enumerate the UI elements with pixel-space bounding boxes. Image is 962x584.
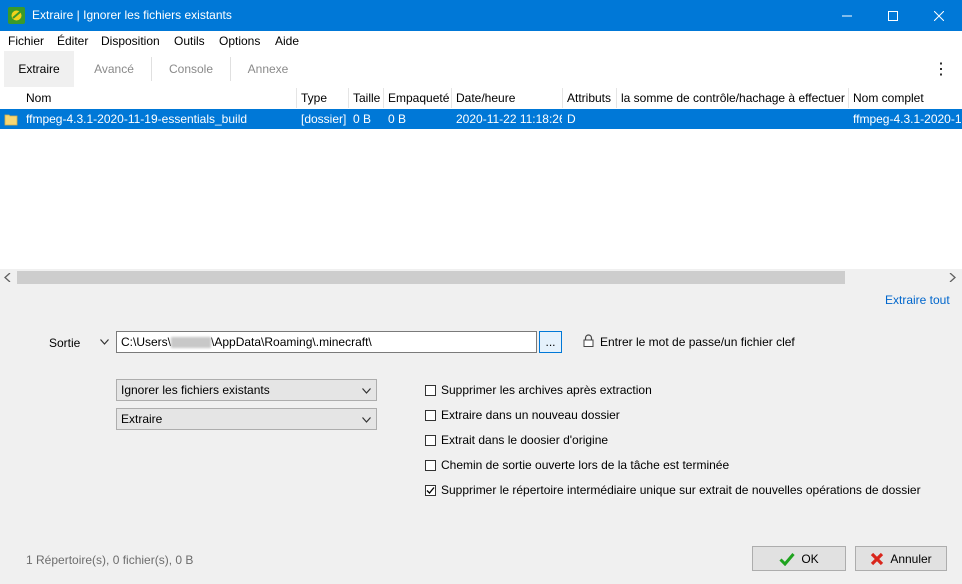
tab-console[interactable]: Console — [152, 51, 230, 87]
checkbox[interactable] — [425, 459, 436, 471]
menu-editer[interactable]: Éditer — [57, 34, 88, 48]
file-list: Nom Type Taille Empaqueté Date/heure Att… — [0, 88, 962, 286]
scroll-left-icon[interactable] — [4, 273, 12, 282]
option-delete-archives[interactable]: Supprimer les archives après extraction — [425, 382, 652, 398]
folder-icon — [4, 114, 18, 126]
checkbox[interactable] — [425, 409, 436, 421]
option-remove-intermediate[interactable]: Supprimer le répertoire intermédiaire un… — [425, 482, 921, 498]
more-options-button[interactable]: ⋮ — [928, 51, 954, 87]
cell-packed: 0 B — [388, 112, 407, 126]
checkmark-icon — [779, 552, 795, 566]
lock-icon — [583, 334, 594, 347]
option-label: Extraire dans un nouveau dossier — [441, 408, 620, 422]
close-button[interactable] — [916, 0, 962, 31]
scrollbar-thumb[interactable] — [17, 271, 845, 284]
option-open-output[interactable]: Chemin de sortie ouverte lors de la tâch… — [425, 457, 729, 473]
browse-button[interactable]: ... — [539, 331, 562, 353]
ok-button[interactable]: OK — [752, 546, 846, 571]
menu-disposition[interactable]: Disposition — [101, 34, 160, 48]
password-label[interactable]: Entrer le mot de passe/un fichier clef — [600, 335, 795, 349]
cell-fullname: ffmpeg-4.3.1-2020-1 — [853, 112, 962, 126]
cancel-label: Annuler — [890, 551, 932, 566]
option-label: Extrait dans le doosier d'origine — [441, 433, 609, 447]
window-title: Extraire | Ignorer les fichiers existant… — [32, 8, 232, 22]
extract-all-link[interactable]: Extraire tout — [885, 293, 950, 307]
output-label: Sortie — [49, 336, 81, 350]
cell-attributes: D — [567, 112, 576, 126]
checkbox[interactable] — [425, 384, 436, 396]
redacted-username — [171, 337, 212, 349]
toolbar: Extraire Avancé Console Annexe ⋮ — [0, 51, 962, 89]
minimize-button[interactable] — [824, 0, 870, 31]
option-label: Supprimer les archives après extraction — [441, 383, 652, 397]
column-header-nom-complet[interactable]: Nom complet — [849, 88, 962, 108]
option-label: Supprimer le répertoire intermédiaire un… — [441, 483, 921, 497]
column-header-empaquete[interactable]: Empaqueté — [384, 88, 452, 108]
title-bar: Extraire | Ignorer les fichiers existant… — [0, 0, 962, 31]
chevron-down-icon — [362, 388, 371, 394]
table-row[interactable]: ffmpeg-4.3.1-2020-11-19-essentials_build… — [0, 109, 962, 129]
close-icon — [934, 10, 944, 21]
overwrite-mode-value: Ignorer les fichiers existants — [121, 383, 270, 397]
menu-bar: Fichier Éditer Disposition Outils Option… — [0, 31, 962, 51]
tab-extraire[interactable]: Extraire — [4, 51, 74, 87]
action-select[interactable]: Extraire — [116, 408, 377, 430]
horizontal-scrollbar[interactable] — [0, 269, 962, 286]
column-header-nom[interactable]: Nom — [0, 88, 297, 108]
app-icon — [8, 7, 25, 24]
ok-label: OK — [801, 551, 819, 566]
output-path-end: \AppData\Roaming\.minecraft\ — [211, 335, 372, 349]
output-path-start: C:\Users\ — [121, 335, 172, 349]
menu-options[interactable]: Options — [219, 34, 260, 48]
menu-outils[interactable]: Outils — [174, 34, 205, 48]
overwrite-mode-select[interactable]: Ignorer les fichiers existants — [116, 379, 377, 401]
checkbox[interactable] — [425, 434, 436, 446]
tab-annexe[interactable]: Annexe — [231, 51, 305, 87]
column-header-checksum[interactable]: la somme de contrôle/hachage à effectuer — [617, 88, 849, 108]
cell-size: 0 B — [353, 112, 372, 126]
cell-name: ffmpeg-4.3.1-2020-11-19-essentials_build — [26, 112, 248, 126]
cell-date: 2020-11-22 11:18:26 — [456, 112, 562, 126]
maximize-button[interactable] — [870, 0, 916, 31]
maximize-icon — [888, 10, 898, 21]
status-text: 1 Répertoire(s), 0 fichier(s), 0 B — [26, 553, 194, 567]
cross-icon — [871, 552, 884, 565]
column-header-date[interactable]: Date/heure — [452, 88, 563, 108]
output-path-field[interactable]: C:\Users\ \AppData\Roaming\.minecraft\ — [116, 331, 537, 353]
column-header-attributs[interactable]: Attributs — [563, 88, 617, 108]
cell-type: [dossier] — [301, 112, 347, 126]
checkmark-icon — [426, 486, 435, 494]
action-value: Extraire — [121, 412, 163, 426]
option-origin-folder[interactable]: Extrait dans le doosier d'origine — [425, 432, 608, 448]
minimize-icon — [842, 15, 852, 16]
column-header-type[interactable]: Type — [297, 88, 349, 108]
menu-fichier[interactable]: Fichier — [8, 34, 44, 48]
tab-avance[interactable]: Avancé — [78, 51, 150, 87]
column-header-taille[interactable]: Taille — [349, 88, 384, 108]
option-label: Chemin de sortie ouverte lors de la tâch… — [441, 458, 730, 472]
chevron-down-icon — [362, 417, 371, 423]
cancel-button[interactable]: Annuler — [855, 546, 947, 571]
checkbox-checked[interactable] — [425, 484, 436, 496]
menu-aide[interactable]: Aide — [275, 34, 299, 48]
option-new-folder[interactable]: Extraire dans un nouveau dossier — [425, 407, 620, 423]
scroll-right-icon[interactable] — [948, 273, 956, 282]
chevron-down-icon[interactable] — [100, 339, 109, 345]
